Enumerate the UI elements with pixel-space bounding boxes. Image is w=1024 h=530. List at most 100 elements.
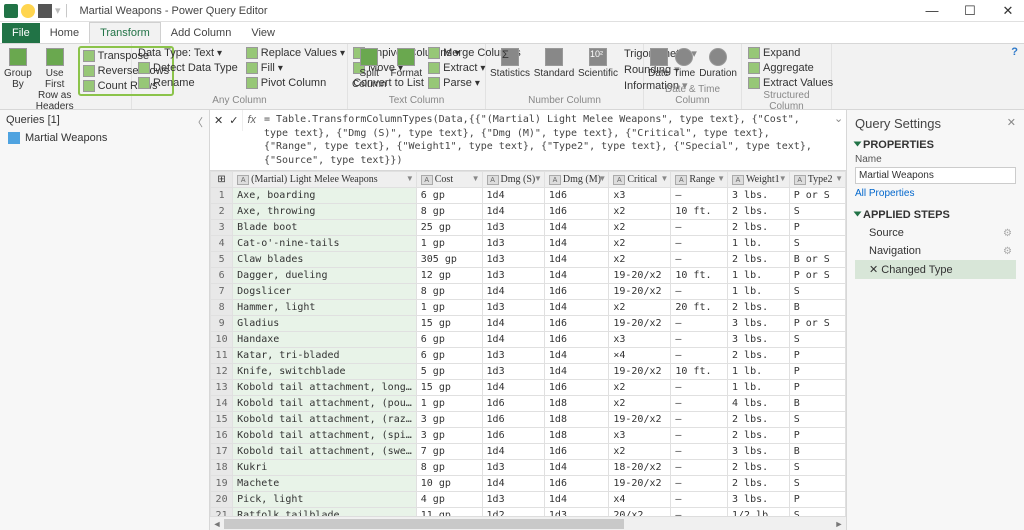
cell[interactable]: 1d6: [544, 332, 608, 348]
cell[interactable]: —: [671, 188, 728, 204]
cell[interactable]: —: [671, 316, 728, 332]
table-row[interactable]: 19Machete10 gp1d41d619-20/x2—2 lbs.S: [211, 476, 846, 492]
cell[interactable]: 2 lbs.: [728, 252, 790, 268]
cell[interactable]: 19-20/x2: [609, 476, 671, 492]
close-button[interactable]: ✕: [996, 3, 1020, 19]
column-header[interactable]: ARange▼: [671, 172, 728, 188]
table-row[interactable]: 10Handaxe6 gp1d41d6x3—3 lbs.S: [211, 332, 846, 348]
cell[interactable]: S: [789, 476, 845, 492]
cell[interactable]: x3: [609, 428, 671, 444]
cell[interactable]: S: [789, 236, 845, 252]
cell[interactable]: Blade boot: [233, 220, 417, 236]
cell[interactable]: Kobold tail attachment, long…: [233, 380, 417, 396]
cell[interactable]: —: [671, 492, 728, 508]
cell[interactable]: 4 lbs.: [728, 396, 790, 412]
applied-steps-header[interactable]: APPLIED STEPS: [863, 209, 950, 221]
cell[interactable]: 1d4: [482, 444, 544, 460]
cell[interactable]: 1d3: [482, 236, 544, 252]
cell[interactable]: x3: [609, 332, 671, 348]
cell[interactable]: —: [671, 220, 728, 236]
cell[interactable]: 1d6: [544, 316, 608, 332]
cell[interactable]: 1d4: [482, 204, 544, 220]
pivot-button[interactable]: Pivot Column: [244, 76, 347, 90]
column-header[interactable]: ADmg (M)▼: [544, 172, 608, 188]
cell[interactable]: —: [671, 396, 728, 412]
row-number[interactable]: 1: [211, 188, 233, 204]
cell[interactable]: P: [789, 492, 845, 508]
maximize-button[interactable]: ☐: [958, 3, 982, 19]
duration-button[interactable]: Duration: [699, 46, 737, 79]
cell[interactable]: 15 gp: [416, 380, 482, 396]
table-row[interactable]: 17Kobold tail attachment, (swe…7 gp1d41d…: [211, 444, 846, 460]
filter-dropdown-icon[interactable]: ▼: [660, 174, 668, 183]
cell[interactable]: 1d6: [544, 284, 608, 300]
cell[interactable]: S: [789, 332, 845, 348]
table-row[interactable]: 4Cat-o'-nine-tails1 gp1d31d4x2—1 lb.S: [211, 236, 846, 252]
cell[interactable]: 305 gp: [416, 252, 482, 268]
table-row[interactable]: 15Kobold tail attachment, (raz…3 gp1d61d…: [211, 412, 846, 428]
column-header[interactable]: AWeight1▼: [728, 172, 790, 188]
cell[interactable]: 1d4: [482, 380, 544, 396]
cancel-formula-icon[interactable]: ✕: [214, 114, 223, 127]
table-row[interactable]: 14Kobold tail attachment, (pou…1 gp1d61d…: [211, 396, 846, 412]
tab-transform[interactable]: Transform: [89, 22, 161, 43]
cell[interactable]: —: [671, 252, 728, 268]
row-number[interactable]: 21: [211, 508, 233, 517]
column-header[interactable]: A(Martial) Light Melee Weapons▼: [233, 172, 417, 188]
cell[interactable]: P: [789, 220, 845, 236]
cell[interactable]: 2 lbs.: [728, 220, 790, 236]
row-number[interactable]: 16: [211, 428, 233, 444]
row-number[interactable]: 19: [211, 476, 233, 492]
properties-header[interactable]: PROPERTIES: [863, 139, 934, 151]
cell[interactable]: Dagger, dueling: [233, 268, 417, 284]
cell[interactable]: 1d6: [544, 476, 608, 492]
fill-button[interactable]: Fill ▾: [244, 61, 347, 75]
tab-view[interactable]: View: [241, 23, 285, 43]
cell[interactable]: B or S: [789, 252, 845, 268]
row-header-corner[interactable]: ⊞: [211, 172, 233, 188]
cell[interactable]: 19-20/x2: [609, 316, 671, 332]
cell[interactable]: 2 lbs.: [728, 412, 790, 428]
cell[interactable]: 1d4: [482, 188, 544, 204]
expand-button[interactable]: Expand: [746, 46, 835, 60]
table-row[interactable]: 12Knife, switchblade5 gp1d31d419-20/x210…: [211, 364, 846, 380]
cell[interactable]: 1d4: [544, 492, 608, 508]
cell[interactable]: 1d6: [544, 380, 608, 396]
cell[interactable]: 1 gp: [416, 236, 482, 252]
scroll-thumb[interactable]: [224, 519, 624, 529]
tab-add-column[interactable]: Add Column: [161, 23, 242, 43]
cell[interactable]: 1d4: [544, 460, 608, 476]
table-row[interactable]: 5Claw blades305 gp1d31d4x2—2 lbs.B or S: [211, 252, 846, 268]
table-row[interactable]: 1Axe, boarding6 gp1d41d6x3—3 lbs.P or S: [211, 188, 846, 204]
applied-step[interactable]: Navigation⚙: [855, 242, 1016, 260]
cell[interactable]: B: [789, 444, 845, 460]
row-number[interactable]: 14: [211, 396, 233, 412]
cell[interactable]: P or S: [789, 268, 845, 284]
column-header[interactable]: ACost▼: [416, 172, 482, 188]
table-row[interactable]: 3Blade boot25 gp1d31d4x2—2 lbs.P: [211, 220, 846, 236]
filter-dropdown-icon[interactable]: ▼: [406, 174, 414, 183]
cell[interactable]: ×4: [609, 348, 671, 364]
cell[interactable]: Hammer, light: [233, 300, 417, 316]
cell[interactable]: P: [789, 380, 845, 396]
cell[interactable]: 3 gp: [416, 428, 482, 444]
row-number[interactable]: 18: [211, 460, 233, 476]
cell[interactable]: 1d8: [544, 428, 608, 444]
cell[interactable]: 8 gp: [416, 284, 482, 300]
filter-dropdown-icon[interactable]: ▼: [717, 174, 725, 183]
cell[interactable]: 1d6: [544, 444, 608, 460]
cell[interactable]: Gladius: [233, 316, 417, 332]
row-number[interactable]: 5: [211, 252, 233, 268]
cell[interactable]: 20/x2: [609, 508, 671, 517]
cell[interactable]: Axe, throwing: [233, 204, 417, 220]
applied-step[interactable]: ✕ Changed Type: [855, 260, 1016, 279]
cell[interactable]: 25 gp: [416, 220, 482, 236]
row-number[interactable]: 2: [211, 204, 233, 220]
cell[interactable]: 1 lb.: [728, 284, 790, 300]
table-row[interactable]: 11Katar, tri-bladed6 gp1d31d4×4—2 lbs.P: [211, 348, 846, 364]
cell[interactable]: 1d2: [482, 508, 544, 517]
cell[interactable]: 1/2 lb.: [728, 508, 790, 517]
cell[interactable]: 1d3: [482, 252, 544, 268]
cell[interactable]: Cat-o'-nine-tails: [233, 236, 417, 252]
cell[interactable]: —: [671, 428, 728, 444]
